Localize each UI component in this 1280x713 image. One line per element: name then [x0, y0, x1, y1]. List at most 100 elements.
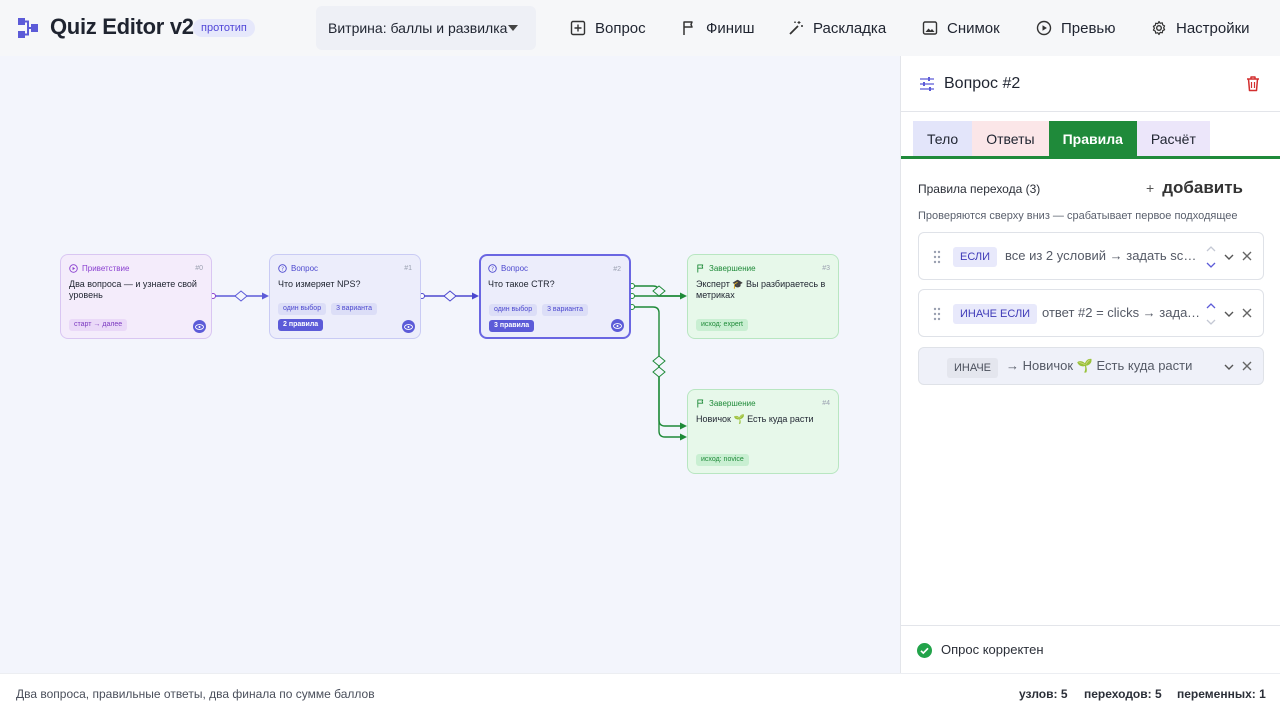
reorder-arrows-icon[interactable] — [1205, 300, 1217, 328]
close-icon[interactable] — [1241, 307, 1253, 319]
eye-icon[interactable] — [611, 319, 624, 332]
rule-item-else[interactable]: ИНАЧЕ → Новичок 🌱 Есть куда расти — [918, 347, 1264, 385]
rule-keyword: ЕСЛИ — [953, 247, 998, 267]
image-icon — [922, 21, 938, 35]
node-title: Два вопроса — и узнаете свой уровень — [69, 279, 197, 300]
add-finish-button[interactable]: Финиш — [681, 0, 754, 56]
add-finish-label: Финиш — [706, 19, 755, 37]
edge-q2-expert[interactable] — [631, 285, 687, 300]
auto-layout-label: Раскладка — [813, 19, 887, 37]
eye-icon[interactable] — [193, 320, 206, 333]
tab-body[interactable]: Тело — [913, 121, 973, 157]
outcome-chip: исход: novice — [696, 454, 749, 466]
eye-icon[interactable] — [402, 320, 415, 333]
close-icon[interactable] — [1241, 250, 1253, 262]
graph-canvas[interactable]: Приветствие #0 Два вопроса — и узнаете с… — [0, 56, 900, 673]
edge-q2-novice[interactable] — [631, 306, 687, 441]
chevron-down-icon[interactable] — [1223, 308, 1235, 320]
question-circle-icon: ? — [488, 263, 497, 273]
prototype-badge: прототип — [193, 19, 255, 37]
app-title: Quiz Editor v2 — [50, 14, 194, 39]
rules-section-title: Правила перехода (3) — [918, 182, 1041, 196]
node-welcome[interactable]: Приветствие #0 Два вопроса — и узнаете с… — [60, 254, 212, 339]
check-circle-icon — [917, 643, 932, 658]
settings-button[interactable]: Настройки — [1151, 0, 1250, 56]
flag-icon — [697, 263, 704, 273]
rule-item-2[interactable]: ИНАЧЕ ЕСЛИ ответ #2 = clicks → задать sc… — [918, 289, 1264, 337]
preview-button[interactable]: Превью — [1036, 0, 1116, 56]
add-question-label: Вопрос — [595, 19, 646, 37]
snapshot-label: Снимок — [947, 19, 1000, 37]
snapshot-button[interactable]: Снимок — [922, 0, 1000, 56]
svg-text:?: ? — [281, 266, 284, 272]
chevron-down-icon[interactable] — [1223, 251, 1235, 263]
edges-layer — [210, 283, 687, 441]
chevron-down-icon[interactable] — [1223, 361, 1235, 373]
rule-item-1[interactable]: ЕСЛИ все из 2 условий → задать score = 2… — [918, 232, 1264, 280]
top-bar: Quiz Editor v2 прототип Витрина: баллы и… — [0, 0, 1280, 56]
caret-down-icon — [508, 25, 518, 31]
magic-wand-icon — [789, 21, 803, 35]
play-circle-icon — [1036, 20, 1052, 36]
validation-text: Опрос корректен — [941, 642, 1044, 657]
flag-icon — [697, 398, 704, 408]
options-count-chip: 3 варианта — [331, 303, 378, 315]
rule-keyword: ИНАЧЕ — [947, 358, 998, 378]
active-tab-underline — [901, 156, 1280, 159]
plus-square-icon — [570, 20, 586, 36]
panel-tabs: Тело Ответы Правила Расчёт — [913, 121, 1210, 157]
node-finish-novice[interactable]: Завершение #4 Новичок 🌱 Есть куда расти … — [687, 389, 839, 474]
node-type-label: Завершение — [709, 398, 756, 408]
node-question-1[interactable]: ? Вопрос #1 Что измеряет NPS? один выбор… — [269, 254, 421, 339]
options-count-chip: 3 варианта — [542, 304, 589, 316]
nodes-count: узлов: 5 — [1019, 687, 1068, 701]
node-number: #0 — [195, 265, 203, 272]
scenario-description: Два вопроса, правильные ответы, два фина… — [16, 687, 375, 701]
edge-q1-q2[interactable] — [422, 290, 479, 302]
start-chip: старт → далее — [69, 319, 128, 331]
node-title: Новичок 🌱 Есть куда расти — [696, 414, 814, 424]
node-title: Что измеряет NPS? — [278, 279, 361, 289]
edge-welcome-q1[interactable] — [212, 290, 269, 302]
node-title: Что такое CTR? — [488, 279, 555, 289]
node-type-label: Завершение — [709, 263, 756, 273]
scenario-select-value: Витрина: баллы и развилка — [328, 20, 508, 36]
app-logo-icon — [18, 18, 38, 38]
plus-icon: + — [1146, 180, 1155, 196]
rule-summary: → Новичок 🌱 Есть куда расти — [1006, 358, 1193, 373]
panel-header: Вопрос #2 — [901, 56, 1280, 112]
tab-calculation[interactable]: Расчёт — [1136, 121, 1210, 157]
node-type-label: Приветствие — [82, 263, 130, 273]
variables-count: переменных: 1 — [1177, 687, 1266, 701]
gear-icon — [1152, 20, 1166, 36]
svg-text:?: ? — [491, 266, 494, 272]
question-circle-icon: ? — [278, 263, 287, 273]
drag-handle-icon[interactable] — [933, 250, 941, 264]
node-question-2[interactable]: ? Вопрос #2 Что такое CTR? один выбор 3 … — [479, 254, 631, 339]
rule-summary: ответ #2 = clicks → задать score — [1042, 305, 1201, 320]
trash-icon[interactable] — [1245, 75, 1261, 92]
add-rule-button[interactable]: + добавить — [1146, 178, 1243, 198]
node-finish-expert[interactable]: Завершение #3 Эксперт 🎓 Вы разбираетесь … — [687, 254, 839, 339]
rules-count-chip: 2 правила — [278, 319, 324, 331]
sliders-icon — [920, 77, 934, 91]
tab-rules[interactable]: Правила — [1048, 121, 1137, 157]
validation-status: Опрос корректен — [901, 625, 1280, 673]
node-number: #3 — [822, 265, 830, 272]
answer-mode-chip: один выбор — [489, 304, 538, 316]
node-type-label: Вопрос — [501, 263, 529, 273]
node-type-label: Вопрос — [291, 263, 319, 273]
play-circle-icon — [69, 263, 78, 273]
tab-answers[interactable]: Ответы — [972, 121, 1049, 157]
auto-layout-button[interactable]: Раскладка — [788, 0, 886, 56]
close-icon[interactable] — [1241, 360, 1253, 372]
drag-handle-icon[interactable] — [933, 307, 941, 321]
add-question-button[interactable]: Вопрос — [570, 0, 646, 56]
scenario-select[interactable]: Витрина: баллы и развилка — [316, 6, 536, 50]
add-rule-label: добавить — [1162, 178, 1243, 197]
edges-count: переходов: 5 — [1084, 687, 1162, 701]
flag-icon — [683, 21, 693, 35]
preview-label: Превью — [1061, 19, 1116, 37]
outcome-chip: исход: expert — [696, 319, 748, 331]
reorder-arrows-icon[interactable] — [1205, 243, 1217, 271]
